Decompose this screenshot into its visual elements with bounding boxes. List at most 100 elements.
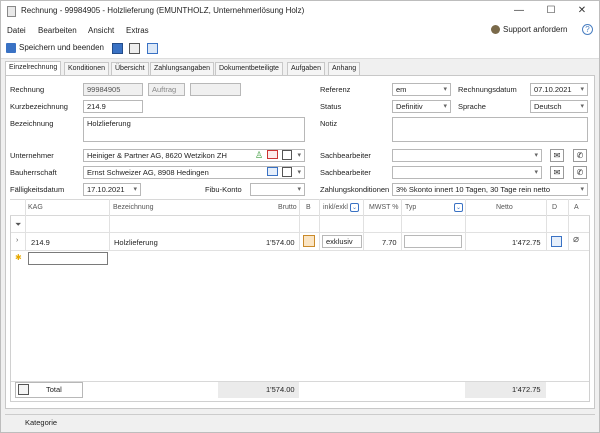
save-disk-icon[interactable] xyxy=(112,43,123,54)
new-row-star-icon: ✱ xyxy=(15,253,22,262)
row-netto[interactable]: 1'472.75 xyxy=(512,238,541,247)
minimize-button[interactable]: — xyxy=(505,3,533,19)
contact-book-icon-2[interactable] xyxy=(282,167,292,177)
tab-einzelrechnung[interactable]: Einzelrechnung xyxy=(5,61,62,75)
grid-divider xyxy=(465,199,466,251)
mail-icon-2[interactable]: ✉ xyxy=(550,166,564,179)
col-d[interactable]: D xyxy=(552,204,557,211)
tab-dokumentbeteiligte[interactable]: Dokumentbeteiligte xyxy=(215,62,283,75)
col-brutto[interactable]: Brutto xyxy=(278,204,297,211)
vcard-blue-icon[interactable] xyxy=(267,167,278,176)
row-brutto[interactable]: 1'574.00 xyxy=(266,238,295,247)
total-label: Total xyxy=(46,385,62,394)
tab-anhang[interactable]: Anhang xyxy=(328,62,361,75)
row-bezeichnung[interactable]: Holzlieferung xyxy=(114,238,158,247)
calculator-icon[interactable] xyxy=(303,235,315,247)
col-typ[interactable]: Typ xyxy=(405,204,416,211)
referenz-label: Referenz xyxy=(320,85,351,94)
zahlungskonditionen-select[interactable]: 3% Skonto innert 10 Tagen, 30 Tage rein … xyxy=(392,183,588,196)
zahlungskonditionen-value: 3% Skonto innert 10 Tagen, 30 Tage rein … xyxy=(396,185,551,194)
bezeichnung-label: Bezeichnung xyxy=(10,119,54,128)
row-typ[interactable] xyxy=(404,235,462,248)
grid-row-divider xyxy=(11,232,589,233)
filter-icon[interactable]: ⏷ xyxy=(15,220,21,230)
new-row-kag-input[interactable] xyxy=(28,252,108,265)
grid-divider xyxy=(25,199,26,251)
zahlungskonditionen-label: Zahlungskonditionen xyxy=(320,185,390,194)
tab-aufgaben[interactable]: Aufgaben xyxy=(287,62,325,75)
auftrag-field xyxy=(190,83,241,96)
col-b[interactable]: B xyxy=(306,204,311,211)
kurzbezeichnung-field[interactable]: 214.9 xyxy=(83,100,143,113)
menu-datei[interactable]: Datei xyxy=(7,26,26,35)
close-button[interactable]: ✕ xyxy=(568,3,596,19)
col-inkl-exkl[interactable]: inkl/exkl xyxy=(323,204,348,211)
phone-icon[interactable]: ✆ xyxy=(573,149,587,162)
col-netto[interactable]: Netto xyxy=(496,204,513,211)
faelligkeitsdatum-field[interactable]: 17.10.2021 xyxy=(83,183,141,196)
rechnungsdatum-field[interactable]: 07.10.2021 xyxy=(530,83,588,96)
person-icon xyxy=(491,25,500,35)
referenz-value: em xyxy=(396,85,407,94)
bauherrschaft-label: Bauherrschaft xyxy=(10,168,57,177)
mail-icon[interactable]: ✉ xyxy=(550,149,564,162)
sachbearbeiter-1-label: Sachbearbeiter xyxy=(320,151,371,160)
grid-divider xyxy=(299,199,300,251)
referenz-select[interactable]: em xyxy=(392,83,451,96)
menu-bearbeiten[interactable]: Bearbeiten xyxy=(38,26,77,35)
grid-divider xyxy=(109,199,110,251)
row-inkl-exkl[interactable]: exklusiv xyxy=(322,235,362,248)
col-mwst[interactable]: MWST % xyxy=(369,204,398,211)
support-button[interactable]: Support anfordern xyxy=(491,25,568,35)
print-icon[interactable] xyxy=(129,43,140,54)
sachbearbeiter-1-select[interactable] xyxy=(392,149,542,162)
menu-extras[interactable]: Extras xyxy=(126,26,149,35)
tab-zahlungsangaben[interactable]: Zahlungsangaben xyxy=(150,62,215,75)
tab-konditionen[interactable]: Konditionen xyxy=(64,62,109,75)
row-kag[interactable]: 214.9 xyxy=(31,238,50,247)
chevron-down-icon[interactable]: ⌄ xyxy=(350,203,359,212)
notiz-field[interactable] xyxy=(392,117,588,142)
fibu-konto-select[interactable] xyxy=(250,183,305,196)
bezeichnung-field[interactable]: Holzlieferung xyxy=(83,117,305,142)
menu-ansicht[interactable]: Ansicht xyxy=(88,26,114,35)
sachbearbeiter-2-label: Sachbearbeiter xyxy=(320,168,371,177)
rechnung-label: Rechnung xyxy=(10,85,45,94)
maximize-button[interactable]: ☐ xyxy=(537,3,565,19)
paperclip-icon[interactable]: ⌀ xyxy=(573,234,579,245)
sachbearbeiter-2-select[interactable] xyxy=(392,166,542,179)
status-select[interactable]: Definitiv xyxy=(392,100,451,113)
sprache-value: Deutsch xyxy=(534,102,562,111)
rechnungsdatum-label: Rechnungsdatum xyxy=(458,85,517,94)
kategorie-label[interactable]: Kategorie xyxy=(25,418,57,427)
save-icon xyxy=(6,43,16,53)
row-expand-icon[interactable]: › xyxy=(16,237,18,244)
col-a[interactable]: A xyxy=(574,204,579,211)
auftrag-button[interactable]: Auftrag xyxy=(148,83,185,96)
vcard-red-icon[interactable] xyxy=(267,150,278,159)
support-label: Support anfordern xyxy=(503,25,568,34)
settings-print-icon[interactable] xyxy=(147,43,158,54)
phone-icon-2[interactable]: ✆ xyxy=(573,166,587,179)
contact-book-icon[interactable] xyxy=(282,150,292,160)
chevron-down-icon-2[interactable]: ⌄ xyxy=(454,203,463,212)
save-close-button[interactable]: Speichern und beenden xyxy=(19,43,104,52)
edit-document-icon[interactable] xyxy=(551,236,562,247)
bauherrschaft-value: Ernst Schweizer AG, 8908 Hedingen xyxy=(87,168,209,177)
col-bezeichnung[interactable]: Bezeichnung xyxy=(113,204,153,211)
faelligkeitsdatum-label: Fälligkeitsdatum xyxy=(10,185,65,194)
rechnungsdatum-value: 07.10.2021 xyxy=(534,85,572,94)
col-kag[interactable]: KAG xyxy=(28,204,43,211)
grid-divider xyxy=(568,199,569,251)
row-mwst[interactable]: 7.70 xyxy=(382,238,397,247)
tab-uebersicht[interactable]: Übersicht xyxy=(111,62,149,75)
grid-divider xyxy=(401,199,402,251)
kurzbezeichnung-label: Kurzbezeichnung xyxy=(10,102,68,111)
sprache-select[interactable]: Deutsch xyxy=(530,100,588,113)
help-icon[interactable]: ? xyxy=(582,24,593,35)
person-green-icon[interactable]: ♙ xyxy=(255,150,264,160)
status-value: Definitiv xyxy=(396,102,423,111)
toolbar: Speichern und beenden xyxy=(1,39,599,59)
notiz-label: Notiz xyxy=(320,119,338,128)
tab-bar: Einzelrechnung Konditionen Übersicht Zah… xyxy=(1,59,599,75)
